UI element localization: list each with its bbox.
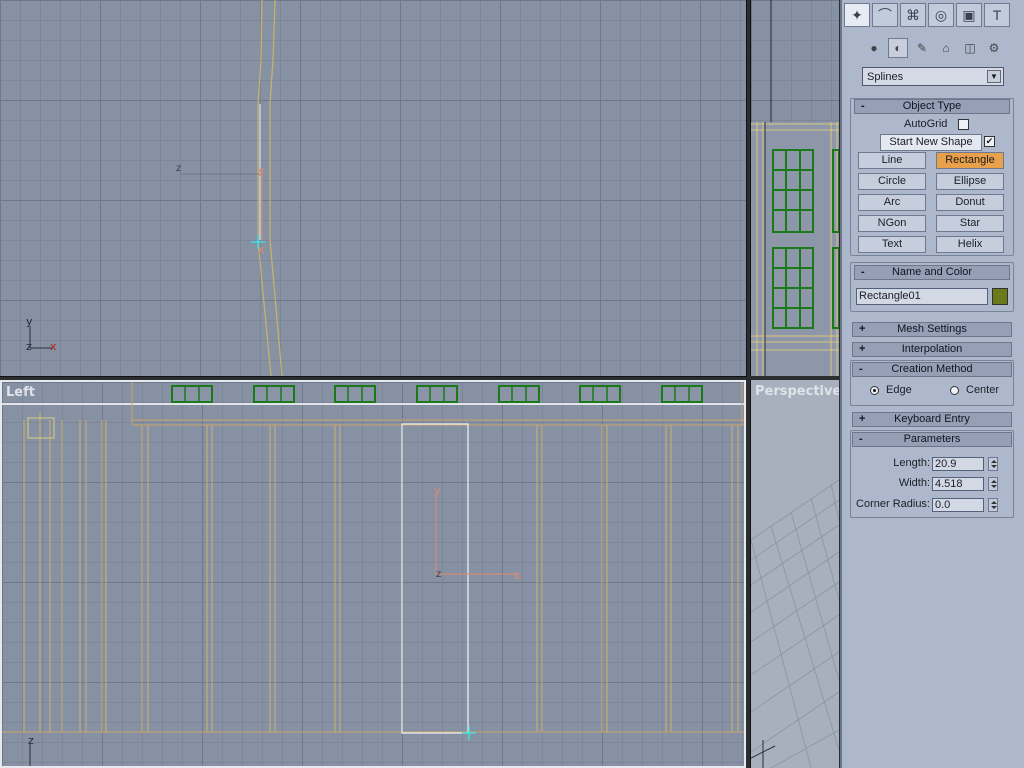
center-label: Center — [966, 384, 1000, 396]
object-name-input[interactable]: Rectangle01 — [856, 288, 988, 305]
creation-method-header[interactable]: - Creation Method — [852, 362, 1012, 377]
arc-button[interactable]: Arc — [858, 194, 926, 211]
helix-button[interactable]: Helix — [936, 236, 1004, 253]
svg-text:x: x — [514, 569, 521, 582]
left-viewport-label[interactable]: Left — [6, 385, 35, 400]
creation-method-rollout: - Creation Method Edge Center — [850, 360, 1014, 406]
command-panel: ✦ ⌒ ⌘ ◎ ▣ T ● ◐ ✎ ⌂ ◫ ⚙ Splines ▼ - Object Type Au… — [840, 0, 1024, 768]
object-type-rollout: - Object Type AutoGrid Start New Shape ✔… — [850, 98, 1014, 256]
width-spinner[interactable] — [988, 477, 998, 491]
ellipse-button[interactable]: Ellipse — [936, 173, 1004, 190]
systems-icon[interactable]: ⚙ — [984, 38, 1004, 58]
front-viewport-geometry — [751, 0, 839, 376]
perspective-grid — [751, 479, 839, 768]
top-viewport[interactable]: z y x y z x — [0, 0, 747, 377]
text-button[interactable]: Text — [858, 236, 926, 253]
length-label: Length: — [893, 457, 930, 469]
helpers-icon[interactable]: ◫ — [960, 38, 980, 58]
parameters-rollout: - Parameters Length: 20.9 Width: 4.518 C… — [850, 430, 1014, 518]
corner-radius-label: Corner Radius: — [856, 498, 930, 510]
rectangle-button[interactable]: Rectangle — [936, 152, 1004, 169]
line-button[interactable]: Line — [858, 152, 926, 169]
geometry-icon[interactable]: ● — [864, 38, 884, 58]
svg-text:z: z — [28, 734, 34, 747]
donut-button[interactable]: Donut — [936, 194, 1004, 211]
keyboard-entry-header[interactable]: + Keyboard Entry — [852, 412, 1012, 427]
start-new-shape-button[interactable]: Start New Shape — [880, 134, 982, 151]
center-radio[interactable] — [950, 386, 959, 395]
autogrid-label: AutoGrid — [904, 118, 948, 130]
object-color-swatch[interactable] — [992, 288, 1008, 305]
left-viewport[interactable]: y z x z Left — [0, 380, 746, 768]
command-panel-tabs: ✦ ⌒ ⌘ ◎ ▣ T — [844, 3, 1010, 27]
length-input[interactable]: 20.9 — [932, 457, 984, 471]
edge-radio[interactable] — [870, 386, 879, 395]
circle-button[interactable]: Circle — [858, 173, 926, 190]
svg-text:y: y — [258, 164, 265, 177]
svg-text:x: x — [258, 243, 265, 256]
perspective-viewport[interactable]: Perspective — [750, 380, 839, 768]
motion-tab-icon[interactable]: ◎ — [928, 3, 954, 27]
svg-text:x: x — [50, 340, 57, 353]
svg-text:z: z — [436, 569, 441, 580]
edge-label: Edge — [886, 384, 912, 396]
mesh-settings-header[interactable]: + Mesh Settings — [852, 322, 1012, 337]
hierarchy-tab-icon[interactable]: ⌘ — [900, 3, 926, 27]
shapes-icon[interactable]: ◐ — [888, 38, 908, 58]
autogrid-checkbox[interactable] — [958, 119, 969, 130]
left-viewport-geometry: y z x z — [2, 382, 744, 766]
interpolation-header[interactable]: + Interpolation — [852, 342, 1012, 357]
svg-text:z: z — [26, 340, 32, 353]
width-label: Width: — [898, 477, 930, 489]
ngon-button[interactable]: NGon — [858, 215, 926, 232]
svg-text:y: y — [26, 315, 33, 328]
utilities-tab-icon[interactable]: T — [984, 3, 1010, 27]
name-and-color-header[interactable]: - Name and Color — [854, 265, 1010, 280]
width-input[interactable]: 4.518 — [932, 477, 984, 491]
chevron-down-icon[interactable]: ▼ — [987, 70, 1001, 83]
svg-text:z: z — [176, 163, 181, 174]
object-type-header[interactable]: - Object Type — [854, 99, 1010, 114]
create-tab-icon[interactable]: ✦ — [844, 3, 870, 27]
perspective-viewport-label[interactable]: Perspective — [755, 384, 839, 399]
length-spinner[interactable] — [988, 457, 998, 471]
corner-radius-input[interactable]: 0.0 — [932, 498, 984, 512]
top-viewport-geometry: z y x y z x — [26, 0, 283, 376]
name-and-color-rollout: - Name and Color Rectangle01 — [850, 262, 1014, 312]
front-viewport[interactable] — [750, 0, 839, 376]
star-button[interactable]: Star — [936, 215, 1004, 232]
display-tab-icon[interactable]: ▣ — [956, 3, 982, 27]
corner-radius-spinner[interactable] — [988, 498, 998, 512]
create-category-icons: ● ◐ ✎ ⌂ ◫ ⚙ — [864, 38, 1004, 58]
category-dropdown[interactable]: Splines ▼ — [862, 67, 1004, 86]
svg-text:y: y — [434, 484, 441, 497]
category-dropdown-value: Splines — [867, 70, 904, 83]
modify-tab-icon[interactable]: ⌒ — [872, 3, 898, 27]
cameras-icon[interactable]: ⌂ — [936, 38, 956, 58]
start-new-shape-checkbox[interactable]: ✔ — [984, 136, 995, 147]
lights-icon[interactable]: ✎ — [912, 38, 932, 58]
parameters-header[interactable]: - Parameters — [852, 432, 1012, 447]
